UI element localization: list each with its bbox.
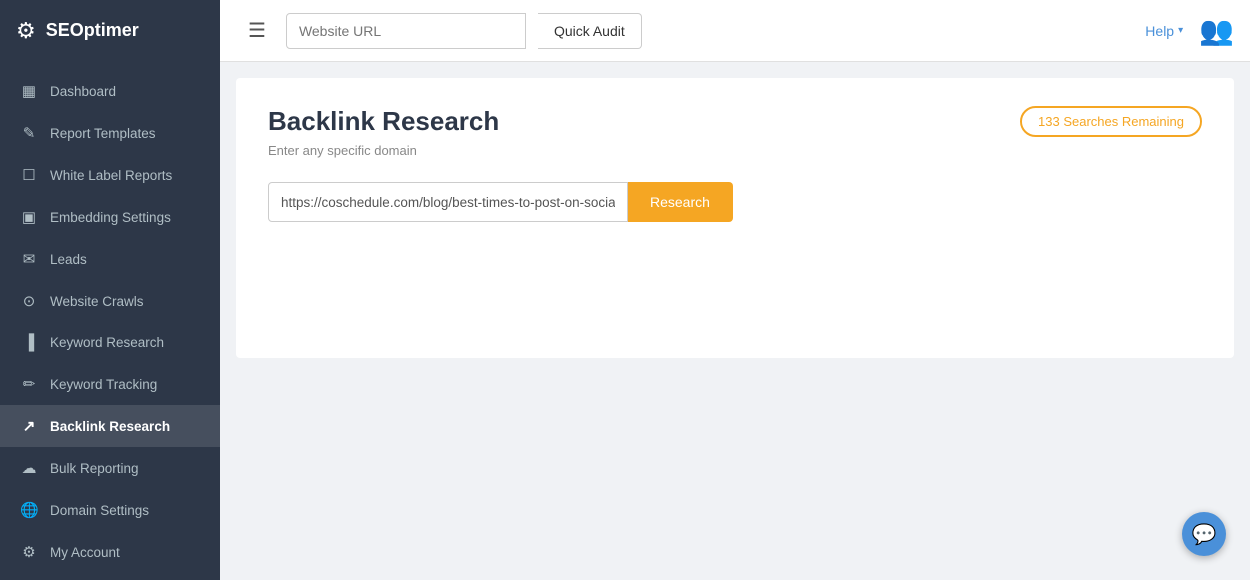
page-subtitle: Enter any specific domain <box>268 143 499 158</box>
domain-settings-icon: 🌐 <box>20 501 38 519</box>
white-label-icon: ☐ <box>20 166 38 184</box>
chevron-down-icon: ▾ <box>1178 25 1183 36</box>
sidebar-item-website-crawls[interactable]: ⊙ Website Crawls <box>0 280 220 322</box>
logo-area: ⚙ SEOptimer <box>0 0 220 62</box>
chat-icon: 💬 <box>1192 522 1217 547</box>
report-templates-icon: ✎ <box>20 124 38 142</box>
sidebar-item-label: Keyword Research <box>50 335 164 350</box>
title-row: Backlink Research Enter any specific dom… <box>268 106 1202 182</box>
research-button[interactable]: Research <box>628 182 733 222</box>
sidebar-item-domain-settings[interactable]: 🌐 Domain Settings <box>0 489 220 531</box>
user-avatar-icon[interactable]: 👥 <box>1199 14 1234 47</box>
sidebar-item-keyword-research[interactable]: ▐ Keyword Research <box>0 322 220 363</box>
bulk-reporting-icon: ☁ <box>20 459 38 477</box>
embedding-icon: ▣ <box>20 208 38 226</box>
top-header: ⚙ SEOptimer ☰ Quick Audit Help ▾ 👥 <box>0 0 1250 62</box>
page-title: Backlink Research <box>268 106 499 137</box>
sidebar-item-white-label-reports[interactable]: ☐ White Label Reports <box>0 154 220 196</box>
sidebar-item-dashboard[interactable]: ▦ Dashboard <box>0 70 220 112</box>
backlink-research-icon: ↗ <box>20 417 38 435</box>
help-label: Help <box>1145 23 1174 39</box>
keyword-research-icon: ▐ <box>20 334 38 351</box>
help-button[interactable]: Help ▾ <box>1145 23 1183 39</box>
dashboard-icon: ▦ <box>20 82 38 100</box>
sidebar-item-report-templates[interactable]: ✎ Report Templates <box>0 112 220 154</box>
sidebar-item-label: Dashboard <box>50 84 116 99</box>
sidebar: ▦ Dashboard ✎ Report Templates ☐ White L… <box>0 62 220 580</box>
my-account-icon: ⚙ <box>20 543 38 561</box>
sidebar-item-leads[interactable]: ✉ Leads <box>0 238 220 280</box>
website-url-input[interactable] <box>286 13 526 49</box>
sidebar-item-label: Backlink Research <box>50 419 170 434</box>
sidebar-item-label: Embedding Settings <box>50 210 171 225</box>
logo-text: SEOptimer <box>46 20 139 41</box>
content-panel: Backlink Research Enter any specific dom… <box>236 78 1234 358</box>
searches-remaining-badge: 133 Searches Remaining <box>1020 106 1202 137</box>
sidebar-item-label: Bulk Reporting <box>50 461 139 476</box>
sidebar-item-label: White Label Reports <box>50 168 172 183</box>
sidebar-item-label: Report Templates <box>50 126 156 141</box>
domain-input[interactable] <box>268 182 628 222</box>
leads-icon: ✉ <box>20 250 38 268</box>
sidebar-item-bulk-reporting[interactable]: ☁ Bulk Reporting <box>0 447 220 489</box>
sidebar-item-embedding-settings[interactable]: ▣ Embedding Settings <box>0 196 220 238</box>
logo-icon: ⚙ <box>16 18 36 44</box>
sidebar-item-keyword-tracking[interactable]: ✏ Keyword Tracking <box>0 363 220 405</box>
header-right: Help ▾ 👥 <box>1145 14 1234 47</box>
content-area: Backlink Research Enter any specific dom… <box>220 62 1250 580</box>
search-row: Research <box>268 182 1202 222</box>
sidebar-item-label: Domain Settings <box>50 503 149 518</box>
main-layout: ▦ Dashboard ✎ Report Templates ☐ White L… <box>0 62 1250 580</box>
sidebar-item-label: My Account <box>50 545 120 560</box>
website-crawls-icon: ⊙ <box>20 292 38 310</box>
sidebar-item-label: Keyword Tracking <box>50 377 157 392</box>
quick-audit-button[interactable]: Quick Audit <box>538 13 642 49</box>
chat-bubble-button[interactable]: 💬 <box>1182 512 1226 556</box>
sidebar-item-my-account[interactable]: ⚙ My Account <box>0 531 220 573</box>
sidebar-item-label: Website Crawls <box>50 294 144 309</box>
hamburger-button[interactable]: ☰ <box>240 14 274 47</box>
keyword-tracking-icon: ✏ <box>20 375 38 393</box>
sidebar-item-label: Leads <box>50 252 87 267</box>
title-section: Backlink Research Enter any specific dom… <box>268 106 499 182</box>
sidebar-item-backlink-research[interactable]: ↗ Backlink Research <box>0 405 220 447</box>
